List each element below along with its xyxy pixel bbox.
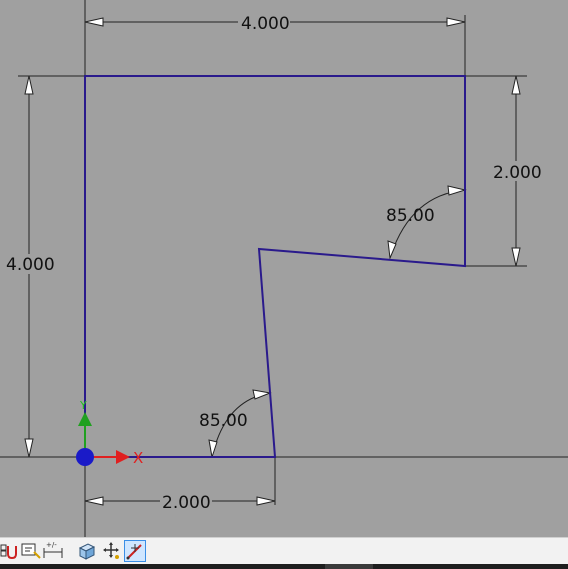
annotate-icon[interactable]	[20, 540, 42, 562]
lower-angle-dimension[interactable]: 85.00	[199, 411, 248, 431]
view-cube-icon[interactable]	[76, 540, 98, 562]
sketch-canvas[interactable]: 4.000 4.000 2.000 2.000 85.00 85.00 Y X	[0, 0, 568, 537]
sketch-profile[interactable]	[84, 75, 466, 458]
status-bar	[0, 564, 568, 569]
dimension-icon[interactable]: +/-	[42, 540, 64, 562]
select-move-icon[interactable]	[124, 540, 146, 562]
upper-angle-dimension[interactable]: 85.00	[386, 206, 435, 226]
x-axis-label: X	[133, 449, 143, 467]
x-axis-arrow-icon	[116, 450, 130, 464]
svg-text:+/-: +/-	[46, 541, 57, 549]
snap-icon[interactable]	[0, 540, 22, 562]
right-height-dimension[interactable]: 2.000	[493, 163, 542, 183]
status-bar-slot	[325, 564, 373, 569]
bottom-toolbar: +/-	[0, 537, 568, 565]
bottom-width-dimension[interactable]: 2.000	[162, 493, 211, 513]
y-axis-arrow-icon	[78, 412, 92, 426]
y-axis-label: Y	[79, 399, 87, 412]
origin-point[interactable]	[76, 448, 94, 466]
left-height-dimension[interactable]: 4.000	[6, 255, 55, 275]
top-width-dimension[interactable]: 4.000	[241, 14, 290, 34]
pan-icon[interactable]	[101, 540, 123, 562]
